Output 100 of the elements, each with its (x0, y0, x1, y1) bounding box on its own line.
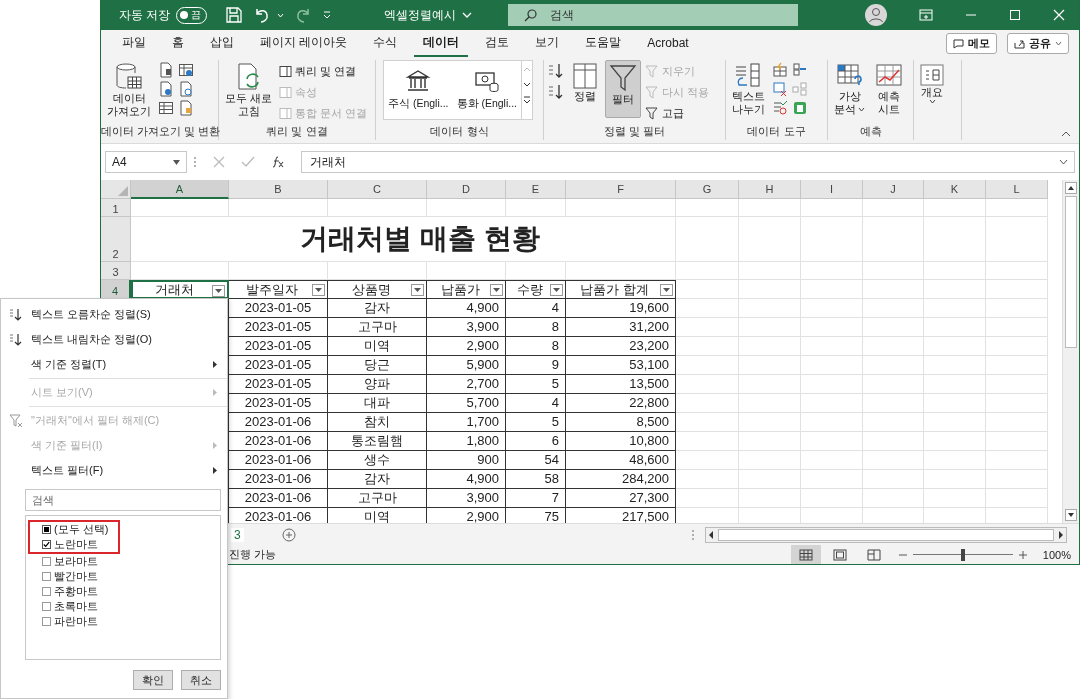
filter-dropdown-button[interactable] (411, 284, 424, 296)
close-icon[interactable] (1053, 9, 1065, 21)
scroll-up-icon[interactable] (1065, 182, 1077, 194)
filter-dropdown-button[interactable] (550, 284, 563, 296)
value-item[interactable]: 초록마트 (30, 599, 220, 614)
ribbon-tab[interactable]: 검토 (476, 30, 519, 57)
scroll-right-icon[interactable] (1056, 528, 1066, 541)
value-item[interactable]: 빨간마트 (30, 569, 220, 584)
zoom-in-icon[interactable] (1018, 550, 1027, 559)
filter-dropdown-button[interactable] (660, 284, 673, 296)
value-item[interactable]: (모두 선택) (30, 522, 118, 537)
checkbox[interactable] (42, 602, 51, 611)
checkbox[interactable] (42, 557, 51, 566)
column-header[interactable]: C (328, 180, 427, 199)
column-header[interactable]: L (986, 180, 1048, 199)
value-item[interactable]: 주황마트 (30, 584, 220, 599)
value-item[interactable]: 파란마트 (30, 614, 220, 629)
ribbon-tab[interactable]: 삽입 (201, 30, 243, 57)
ok-button[interactable]: 확인 (133, 670, 173, 690)
column-header[interactable]: D (427, 180, 506, 199)
ribbon-display-icon[interactable] (919, 9, 933, 21)
data-validation-icon[interactable] (772, 100, 788, 116)
menu-item[interactable]: 색 기준 정렬(T) (1, 352, 227, 377)
ribbon-tab[interactable]: 파일 (113, 30, 155, 57)
scrollbar-thumb[interactable] (718, 528, 1054, 541)
ribbon-tab[interactable]: 보기 (526, 30, 569, 57)
ribbon-tab[interactable]: 도움말 (576, 30, 631, 57)
scroll-down-icon[interactable] (1065, 509, 1077, 521)
column-header[interactable]: K (924, 180, 986, 199)
ribbon-button[interactable]: 쿼리 및 연결 (279, 62, 368, 81)
flash-fill-icon[interactable] (772, 62, 788, 78)
row-header[interactable]: 1 (101, 199, 131, 217)
filter-dropdown-button[interactable] (212, 285, 225, 297)
column-header[interactable]: A (131, 180, 229, 199)
value-item[interactable]: 보라마트 (30, 554, 220, 569)
search-field[interactable]: 검색 (25, 489, 221, 511)
ribbon-tab[interactable]: 홈 (163, 30, 193, 57)
forecast-sheet-button[interactable]: 예측 시트 (872, 60, 906, 118)
sort-descending-icon[interactable] (547, 83, 565, 101)
comments-button[interactable]: 메모 (946, 33, 997, 54)
column-header[interactable]: G (676, 180, 739, 199)
caret-icon[interactable] (277, 12, 285, 18)
file-name[interactable]: 엑셀정렬예시 (384, 6, 457, 24)
ribbon-tab[interactable]: 수식 (364, 30, 407, 57)
cancel-button[interactable]: 취소 (181, 670, 221, 690)
checkbox[interactable] (42, 587, 51, 596)
data-model-icon[interactable] (792, 100, 808, 116)
column-header[interactable]: B (229, 180, 328, 199)
share-button[interactable]: 공유 (1007, 33, 1069, 54)
checkbox[interactable] (42, 572, 51, 581)
table-icon[interactable] (178, 62, 194, 78)
horizontal-scrollbar[interactable] (705, 526, 1067, 543)
insert-function-icon[interactable] (271, 156, 285, 168)
zoom-level[interactable]: 100% (1042, 548, 1071, 561)
menu-item[interactable]: 텍스트 오름차순 정렬(S) (1, 302, 227, 327)
remove-duplicates-icon[interactable] (772, 81, 788, 97)
ribbon-button[interactable]: 고급 (645, 104, 710, 123)
customize-icon[interactable] (322, 10, 333, 20)
name-box[interactable]: A4 (105, 151, 187, 173)
sort-ascending-icon[interactable] (547, 62, 565, 80)
filter-dropdown-button[interactable] (312, 284, 325, 296)
ribbon-tab[interactable]: 페이지 레이아웃 (251, 30, 357, 57)
collapse-ribbon-icon[interactable] (1061, 130, 1071, 137)
row-header[interactable]: 2 (101, 217, 131, 262)
add-sheet-icon[interactable] (281, 527, 296, 542)
get-data-button[interactable]: 데이터 가져오기 (104, 60, 154, 120)
filter-dropdown-button[interactable] (490, 284, 503, 296)
vertical-scrollbar[interactable] (1062, 180, 1079, 523)
scrollbar-thumb[interactable] (1065, 196, 1077, 348)
menu-item[interactable]: 텍스트 내림차순 정렬(O) (1, 327, 227, 352)
checkbox[interactable] (42, 617, 51, 626)
drag-handle-icon[interactable] (691, 528, 695, 541)
value-item[interactable]: 노란마트 (30, 537, 118, 552)
sheet-tab[interactable]: 3 (231, 527, 244, 542)
chevron-icon[interactable] (462, 12, 473, 18)
gallery-item[interactable]: 통화 (Engli... (452, 61, 522, 119)
document-icon[interactable] (158, 62, 174, 78)
checkbox[interactable] (42, 540, 51, 549)
table-icon[interactable] (158, 100, 174, 116)
refresh-all-button[interactable]: 모두 새로 고침 (222, 60, 276, 120)
ribbon-tab[interactable]: Acrobat (638, 31, 698, 56)
sort-button[interactable]: 정렬 (569, 60, 601, 105)
menu-item[interactable]: 텍스트 필터(F) (1, 458, 227, 483)
check-icon[interactable] (241, 156, 255, 168)
document-icon[interactable] (158, 81, 174, 97)
maximize-icon[interactable] (1009, 9, 1021, 21)
drag-handle-icon[interactable] (193, 156, 197, 168)
formula-field[interactable]: 거래처 (301, 151, 1075, 173)
document-icon[interactable] (178, 100, 194, 116)
column-header[interactable]: F (566, 180, 676, 199)
consolidate-icon[interactable] (792, 62, 808, 78)
gallery-item[interactable]: 주식 (Engli... (384, 61, 453, 119)
column-header[interactable]: H (739, 180, 801, 199)
zoom-slider-thumb[interactable] (960, 548, 965, 561)
filter-button[interactable]: 필터 (605, 60, 641, 118)
outline-button[interactable]: 개요 (917, 60, 947, 106)
column-header[interactable]: E (506, 180, 566, 199)
search-field[interactable]: 검색 (508, 4, 799, 26)
row-header[interactable]: 3 (101, 262, 131, 280)
text-to-columns-button[interactable]: 텍스트 나누기 (729, 60, 768, 118)
